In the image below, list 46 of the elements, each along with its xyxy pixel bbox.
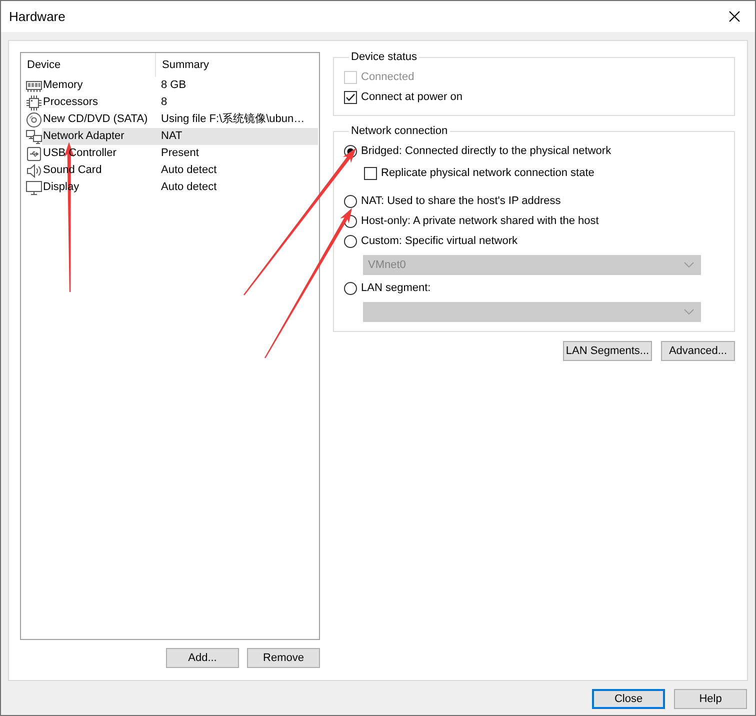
device-summary: 8 xyxy=(161,95,168,110)
device-summary: Present xyxy=(161,146,199,162)
checkbox-label[interactable]: Connect at power on xyxy=(361,88,463,106)
add-button[interactable]: Add... xyxy=(166,648,239,668)
radio-button[interactable] xyxy=(344,234,357,248)
chevron-icon xyxy=(684,262,694,268)
radio-label[interactable]: Bridged: Connected directly to the physical network xyxy=(361,142,612,160)
device-summary: 8 GB xyxy=(161,78,186,94)
device-name: Processors xyxy=(43,95,100,110)
radio-label[interactable]: Host-only: A private network shared with the host xyxy=(361,212,599,230)
help-button[interactable]: Help xyxy=(674,689,747,709)
advanced-button[interactable]: Advanced... xyxy=(661,341,735,361)
radio-label[interactable]: NAT: Used to share the host's IP address xyxy=(361,192,561,210)
lan-segments-button[interactable]: LAN Segments... xyxy=(563,341,652,361)
checkbox[interactable] xyxy=(344,90,357,104)
chevron-icon xyxy=(684,309,694,315)
device-row[interactable]: Memory 8 GB xyxy=(42,77,318,94)
radio-label[interactable]: LAN segment: xyxy=(361,280,431,296)
checkbox-label[interactable]: Replicate physical network connection state xyxy=(381,164,594,182)
device-summary: Auto detect xyxy=(161,163,217,178)
device-summary: Auto detect xyxy=(161,180,217,196)
column-header[interactable]: Device xyxy=(21,53,156,77)
disc-icon xyxy=(26,112,42,128)
close-icon[interactable] xyxy=(729,11,740,22)
radio-button[interactable] xyxy=(344,194,357,208)
device-summary: Using file F:\系统镜像\ubun… xyxy=(161,112,305,128)
speaker-icon xyxy=(26,162,42,178)
checkbox[interactable] xyxy=(364,166,377,180)
device-name: Network Adapter xyxy=(43,129,126,144)
device-summary: NAT xyxy=(161,129,182,144)
group-title: Device status xyxy=(350,50,418,64)
radio-button[interactable] xyxy=(344,282,357,294)
radio-label[interactable]: Custom: Specific virtual network xyxy=(361,232,518,250)
network-icon xyxy=(26,128,42,144)
window-title: Hardware xyxy=(9,8,66,26)
group-title: Network connection xyxy=(350,124,449,138)
monitor-icon xyxy=(26,180,42,196)
chip-icon xyxy=(26,94,42,110)
close-button[interactable]: Close xyxy=(592,689,665,709)
device-row[interactable]: New CD/DVD (SATA) Using file F:\系统镜像\ubun… xyxy=(42,111,318,128)
device-name: New CD/DVD (SATA) xyxy=(43,112,149,128)
device-row[interactable]: Network Adapter NAT xyxy=(42,128,318,145)
remove-button[interactable]: Remove xyxy=(247,648,320,668)
column-header[interactable]: Summary xyxy=(156,53,210,77)
device-name: Memory xyxy=(43,78,84,94)
device-row[interactable]: Processors 8 xyxy=(42,94,318,111)
